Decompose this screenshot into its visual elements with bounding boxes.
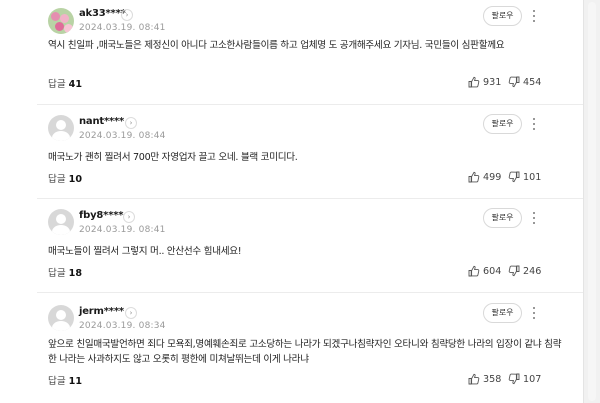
more-options-icon[interactable] (529, 306, 539, 320)
dislike-count: 107 (523, 373, 542, 385)
like-count: 499 (483, 171, 502, 183)
reply-button[interactable]: 답글 41 (48, 76, 82, 90)
thumbs-down-icon (508, 373, 520, 385)
scrollbar[interactable] (583, 0, 600, 403)
like-button[interactable]: 499 (468, 171, 501, 183)
comment-date: 2024.03.19. 08:41 (79, 225, 166, 235)
follow-button[interactable]: 팔로우 (483, 303, 522, 323)
like-button[interactable]: 358 (468, 373, 501, 385)
thumbs-down-icon (508, 171, 520, 183)
thumbs-up-icon (468, 76, 480, 88)
reply-label: 답글 (48, 174, 66, 185)
like-count: 358 (483, 373, 502, 385)
avatar[interactable] (48, 8, 74, 34)
follow-button[interactable]: 팔로우 (483, 114, 522, 134)
comment-item: nant**** › 2024.03.19. 08:44 팔로우 매국노가 괜히… (0, 104, 583, 198)
comment-text: 매국노가 괜히 찔려서 700만 자영업자 끌고 오네. 블랙 코미디다. (48, 152, 298, 163)
comment-text: 매국노들이 찔려서 그렇지 머.. 안산선수 힘내세요! (48, 246, 242, 257)
reply-button[interactable]: 답글 10 (48, 171, 82, 185)
more-options-icon[interactable] (529, 117, 539, 131)
comment-item: ak33**** › 2024.03.19. 08:41 팔로우 역시 친일파 … (0, 0, 583, 104)
reply-count: 41 (68, 79, 83, 90)
more-options-icon[interactable] (529, 9, 539, 23)
dislike-button[interactable]: 246 (508, 265, 541, 277)
thumbs-up-icon (468, 265, 480, 277)
comment-item: jerm**** › 2024.03.19. 08:34 팔로우 앞으로 친일매… (0, 292, 583, 403)
like-count: 604 (483, 265, 502, 277)
chevron-right-icon[interactable]: › (121, 9, 133, 21)
dislike-count: 246 (523, 265, 542, 277)
comment-date: 2024.03.19. 08:44 (79, 131, 166, 141)
dislike-button[interactable]: 107 (508, 373, 541, 385)
avatar[interactable] (48, 209, 74, 235)
chevron-right-icon[interactable]: › (123, 211, 135, 223)
avatar[interactable] (48, 115, 74, 141)
scrollbar-thumb[interactable] (588, 2, 596, 401)
more-options-icon[interactable] (529, 211, 539, 225)
thumbs-up-icon (468, 171, 480, 183)
dislike-count: 101 (523, 171, 542, 183)
reply-count: 10 (68, 174, 83, 185)
dislike-button[interactable]: 454 (508, 76, 541, 88)
reply-button[interactable]: 답글 11 (48, 373, 82, 387)
comment-author[interactable]: ak33**** (79, 8, 126, 19)
thumbs-up-icon (468, 373, 480, 385)
comment-author[interactable]: nant**** (79, 116, 124, 127)
comment-date: 2024.03.19. 08:34 (79, 321, 166, 331)
comment-text: 앞으로 친일매국발언하면 죄다 모욕죄,명예훼손죄로 고소당하는 나라가 되겠구… (48, 339, 562, 365)
follow-button[interactable]: 팔로우 (483, 6, 522, 26)
reply-label: 답글 (48, 376, 66, 387)
comment-list: ak33**** › 2024.03.19. 08:41 팔로우 역시 친일파 … (0, 0, 583, 403)
comment-author[interactable]: fby8**** (79, 210, 124, 221)
comment-text: 역시 친일파 ,매국노들은 제정신이 아니다 고소한사람들이름 하고 업체명 도… (48, 40, 505, 51)
avatar[interactable] (48, 305, 74, 331)
chevron-right-icon[interactable]: › (125, 117, 137, 129)
reply-label: 답글 (48, 268, 66, 279)
like-button[interactable]: 604 (468, 265, 501, 277)
follow-button[interactable]: 팔로우 (483, 208, 522, 228)
comment-date: 2024.03.19. 08:41 (79, 23, 166, 33)
like-button[interactable]: 931 (468, 76, 501, 88)
chevron-right-icon[interactable]: › (125, 307, 137, 319)
reply-count: 18 (68, 268, 83, 279)
thumbs-down-icon (508, 76, 520, 88)
reply-count: 11 (68, 376, 83, 387)
reply-button[interactable]: 답글 18 (48, 265, 82, 279)
dislike-count: 454 (523, 76, 542, 88)
reply-label: 답글 (48, 79, 66, 90)
comment-author[interactable]: jerm**** (79, 306, 124, 317)
thumbs-down-icon (508, 265, 520, 277)
comment-item: fby8**** › 2024.03.19. 08:41 팔로우 매국노들이 찔… (0, 198, 583, 292)
like-count: 931 (483, 76, 502, 88)
dislike-button[interactable]: 101 (508, 171, 541, 183)
